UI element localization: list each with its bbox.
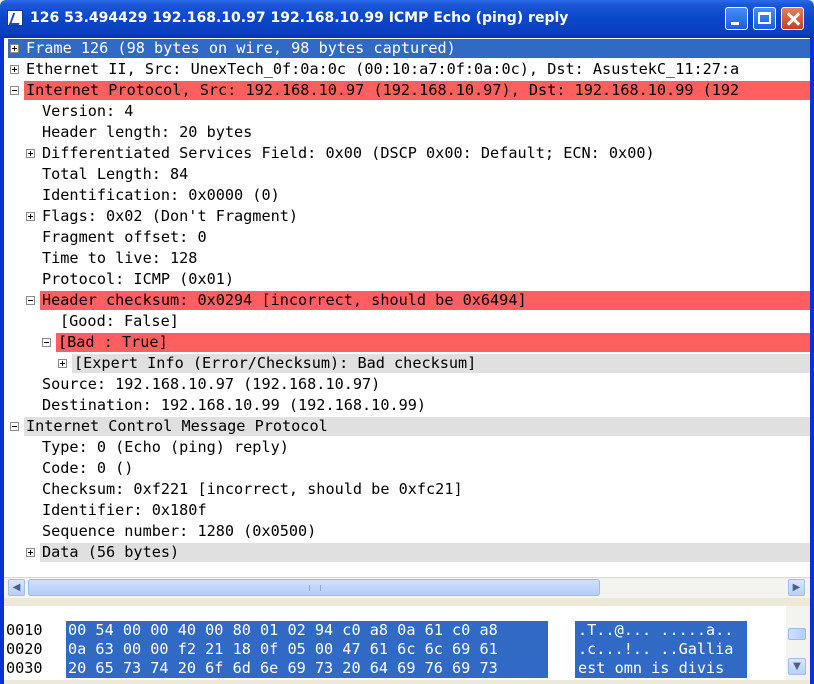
tree-row-destination[interactable]: Destination: 192.168.10.99 (192.168.10.9… — [4, 395, 810, 416]
expand-icon[interactable] — [26, 548, 35, 557]
horizontal-scrollbar[interactable]: ◀ ▶ — [4, 577, 810, 598]
hex-offset: 0020 — [6, 640, 43, 658]
window-border-right — [810, 38, 814, 684]
scroll-up-button[interactable] — [788, 608, 806, 625]
tree-row-label: Source: 192.168.10.97 (192.168.10.97) — [42, 375, 381, 393]
title-bar[interactable]: 126 53.494429 192.168.10.97 192.168.10.9… — [0, 0, 814, 38]
collapse-icon[interactable] — [26, 296, 35, 305]
tree-row-fragment-offset[interactable]: Fragment offset: 0 — [4, 227, 810, 248]
tree-row-label: Internet Control Message Protocol — [26, 417, 328, 435]
tree-row-identification[interactable]: Identification: 0x0000 (0) — [4, 185, 810, 206]
tree-row-label: Destination: 192.168.10.99 (192.168.10.9… — [42, 396, 427, 414]
tree-row-label: Internet Protocol, Src: 192.168.10.97 (1… — [26, 81, 740, 99]
tree-row-icmp-type[interactable]: Type: 0 (Echo (ping) reply) — [4, 437, 810, 458]
tree-row-flags[interactable]: Flags: 0x02 (Don't Fragment) — [4, 206, 810, 227]
scroll-down-button[interactable]: ▼ — [788, 658, 806, 675]
tree-row-label: [Expert Info (Error/Checksum): Bad check… — [74, 354, 477, 372]
close-button[interactable] — [781, 7, 804, 30]
hex-bytes: 20 65 73 74 20 6f 6d 6e 69 73 20 64 69 7… — [68, 659, 498, 677]
tree-row-dsfield[interactable]: Differentiated Services Field: 0x00 (DSC… — [4, 143, 810, 164]
tree-row-label: Total Length: 84 — [42, 165, 189, 183]
hex-bytes: 00 54 00 00 40 00 80 01 02 94 c0 a8 0a 6… — [68, 621, 498, 639]
tree-row-label: [Good: False] — [60, 312, 179, 330]
tree-row-source[interactable]: Source: 192.168.10.97 (192.168.10.97) — [4, 374, 810, 395]
tree-row-label: Header length: 20 bytes — [42, 123, 253, 141]
hex-dump-pane[interactable]: 0010 00 54 00 00 40 00 80 01 02 94 c0 a8… — [4, 606, 786, 680]
tree-row-expert-info[interactable]: [Expert Info (Error/Checksum): Bad check… — [4, 353, 810, 374]
hex-ascii: est omn is divis — [578, 659, 725, 677]
wireshark-icon — [7, 10, 23, 26]
minimize-button[interactable] — [725, 7, 748, 30]
pane-splitter[interactable] — [4, 598, 810, 606]
window-title: 126 53.494429 192.168.10.97 192.168.10.9… — [30, 10, 569, 26]
collapse-icon[interactable] — [10, 422, 19, 431]
collapse-icon[interactable] — [42, 338, 51, 347]
tree-row-label: Header checksum: 0x0294 [incorrect, shou… — [42, 291, 527, 309]
tree-row-label: Frame 126 (98 bytes on wire, 98 bytes ca… — [26, 39, 456, 57]
tree-row-label: Sequence number: 1280 (0x0500) — [42, 522, 317, 540]
expand-icon[interactable] — [58, 359, 67, 368]
collapse-icon[interactable] — [10, 86, 19, 95]
tree-row-label: Differentiated Services Field: 0x00 (DSC… — [42, 144, 655, 162]
horizontal-scroll-thumb[interactable] — [28, 579, 600, 596]
packet-details-tree[interactable]: Frame 126 (98 bytes on wire, 98 bytes ca… — [4, 38, 810, 577]
tree-row-icmp-sequence[interactable]: Sequence number: 1280 (0x0500) — [4, 521, 810, 542]
chevron-left-icon: ◀ — [12, 582, 21, 593]
expand-icon[interactable] — [26, 149, 35, 158]
hex-ascii: .c...!.. ..Gallia — [578, 640, 734, 658]
tree-row-label: Type: 0 (Echo (ping) reply) — [42, 438, 289, 456]
tree-row-label: Flags: 0x02 (Don't Fragment) — [42, 207, 299, 225]
hex-ascii: .T..@... .....a.. — [578, 621, 734, 639]
scroll-left-button[interactable]: ◀ — [8, 579, 25, 596]
tree-row-label: Code: 0 () — [42, 459, 134, 477]
vertical-scroll-thumb[interactable] — [788, 628, 806, 640]
tree-row-version[interactable]: Version: 4 — [4, 101, 810, 122]
tree-row-label: [Bad : True] — [58, 333, 168, 351]
expand-icon[interactable] — [26, 212, 35, 221]
tree-row-checksum-bad[interactable]: [Bad : True] — [4, 332, 810, 353]
scroll-right-button[interactable]: ▶ — [788, 579, 805, 596]
tree-row-frame[interactable]: Frame 126 (98 bytes on wire, 98 bytes ca… — [4, 38, 810, 59]
tree-row-label: Identification: 0x0000 (0) — [42, 186, 280, 204]
tree-row-label: Checksum: 0xf221 [incorrect, should be 0… — [42, 480, 463, 498]
tree-row-data[interactable]: Data (56 bytes) — [4, 542, 810, 563]
tree-row-icmp-checksum[interactable]: Checksum: 0xf221 [incorrect, should be 0… — [4, 479, 810, 500]
hex-offset: 0030 — [6, 659, 43, 677]
expand-icon[interactable] — [10, 44, 19, 53]
maximize-button[interactable] — [753, 7, 776, 30]
hex-offset: 0010 — [6, 621, 43, 639]
tree-row-label: Version: 4 — [42, 102, 134, 120]
tree-row-icmp-code[interactable]: Code: 0 () — [4, 458, 810, 479]
hex-bytes: 0a 63 00 00 f2 21 18 0f 05 00 47 61 6c 6… — [68, 640, 498, 658]
tree-row-ethernet[interactable]: Ethernet II, Src: UnexTech_0f:0a:0c (00:… — [4, 59, 810, 80]
tree-row-label: Time to live: 128 — [42, 249, 198, 267]
tree-row-protocol[interactable]: Protocol: ICMP (0x01) — [4, 269, 810, 290]
tree-row-icmp[interactable]: Internet Control Message Protocol — [4, 416, 810, 437]
chevron-right-icon: ▶ — [792, 582, 801, 593]
tree-row-checksum-good[interactable]: [Good: False] — [4, 311, 810, 332]
tree-row-label: Protocol: ICMP (0x01) — [42, 270, 235, 288]
tree-row-header-length[interactable]: Header length: 20 bytes — [4, 122, 810, 143]
vertical-scrollbar[interactable]: ▼ — [786, 606, 810, 680]
expand-icon[interactable] — [10, 65, 19, 74]
tree-row-label: Fragment offset: 0 — [42, 228, 207, 246]
tree-row-label: Data (56 bytes) — [42, 543, 180, 561]
tree-row-header-checksum[interactable]: Header checksum: 0x0294 [incorrect, shou… — [4, 290, 810, 311]
chevron-down-icon: ▼ — [793, 661, 801, 672]
tree-row-total-length[interactable]: Total Length: 84 — [4, 164, 810, 185]
tree-row-label: Identifier: 0x180f — [42, 501, 207, 519]
tree-row-label: Ethernet II, Src: UnexTech_0f:0a:0c (00:… — [26, 60, 740, 78]
tree-row-ttl[interactable]: Time to live: 128 — [4, 248, 810, 269]
tree-row-ip[interactable]: Internet Protocol, Src: 192.168.10.97 (1… — [4, 80, 810, 101]
tree-row-icmp-identifier[interactable]: Identifier: 0x180f — [4, 500, 810, 521]
